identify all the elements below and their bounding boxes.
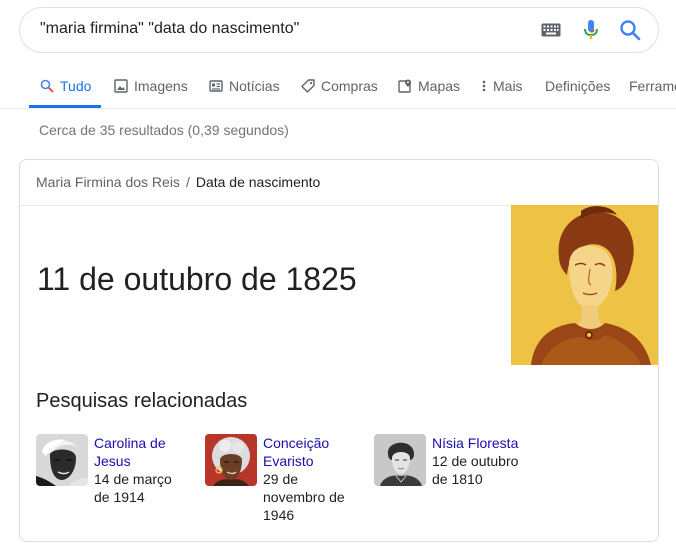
answer-date: 11 de outubro de 1825 [37,261,357,297]
search-input[interactable]: "maria firmina" "data do nascimento" [40,20,299,38]
tab-maps[interactable]: Mapas [398,78,460,94]
result-stats: Cerca de 35 resultados (0,39 segundos) [39,122,289,138]
breadcrumb: Maria Firmina dos Reis / Data de nasciment… [36,174,320,190]
microphone-icon[interactable] [583,19,599,41]
breadcrumb-separator: / [185,174,190,190]
search-icon [40,79,54,93]
tab-news[interactable]: Notícias [209,78,280,94]
related-date-line: 29 de [263,471,299,487]
portrait-image[interactable] [511,205,659,365]
tab-label: Tudo [60,78,92,94]
related-name-line[interactable]: Evaristo [263,452,363,470]
search-tabs: Tudo Imagens Notícias Compras Mapas Mais… [0,64,676,109]
tab-label: Notícias [229,78,280,94]
tab-shopping[interactable]: Compras [301,78,378,94]
related-searches-title: Pesquisas relacionadas [36,390,248,412]
answer-card: Maria Firmina dos Reis / Data de nasciment… [19,159,659,542]
related-name[interactable]: Conceição Evaristo [263,434,363,470]
tab-label: Ferramentas [629,78,676,94]
related-date-line: novembro de [263,489,345,505]
related-name-line[interactable]: Jesus [94,452,194,470]
tab-label: Definições [545,78,611,94]
tab-more[interactable]: Mais [481,78,523,94]
image-icon [114,79,128,93]
related-date-line: de 1810 [432,471,483,487]
related-name-line[interactable]: Nísia Floresta [432,434,532,452]
tab-all[interactable]: Tudo [40,78,91,94]
search-box[interactable]: "maria firmina" "data do nascimento" [19,7,659,53]
tab-label: Compras [321,78,378,94]
news-icon [209,80,223,92]
related-date-line: de 1914 [94,489,145,505]
related-date-line: 1946 [263,507,295,523]
related-date-line: 12 de outubro [432,453,519,469]
tab-images[interactable]: Imagens [114,78,188,94]
tag-icon [301,79,315,93]
related-thumbnail[interactable] [205,434,257,486]
map-pin-icon [398,79,411,93]
related-name[interactable]: Nísia Floresta [432,434,532,452]
search-icon[interactable] [619,19,641,41]
keyboard-icon[interactable] [541,23,561,37]
related-date: 14 de março de 1914 [94,470,194,506]
related-date: 12 de outubro de 1810 [432,452,532,488]
related-name-line[interactable]: Carolina de [94,434,194,452]
related-date: 29 de novembro de 1946 [263,470,363,524]
tab-label: Mais [493,78,523,94]
related-thumbnail[interactable] [374,434,426,486]
breadcrumb-entity[interactable]: Maria Firmina dos Reis [36,174,180,190]
related-name-line[interactable]: Conceição [263,434,363,452]
more-vert-icon [482,80,486,92]
tab-label: Mapas [418,78,461,94]
tab-label: Imagens [134,78,188,94]
tab-settings[interactable]: Definições [545,78,610,94]
related-name[interactable]: Carolina de Jesus [94,434,194,470]
tab-tools[interactable]: Ferramentas [629,78,676,94]
related-date-line: 14 de março [94,471,172,487]
related-thumbnail[interactable] [36,434,88,486]
breadcrumb-attribute: Data de nascimento [195,174,321,190]
tabs-divider [0,108,676,109]
